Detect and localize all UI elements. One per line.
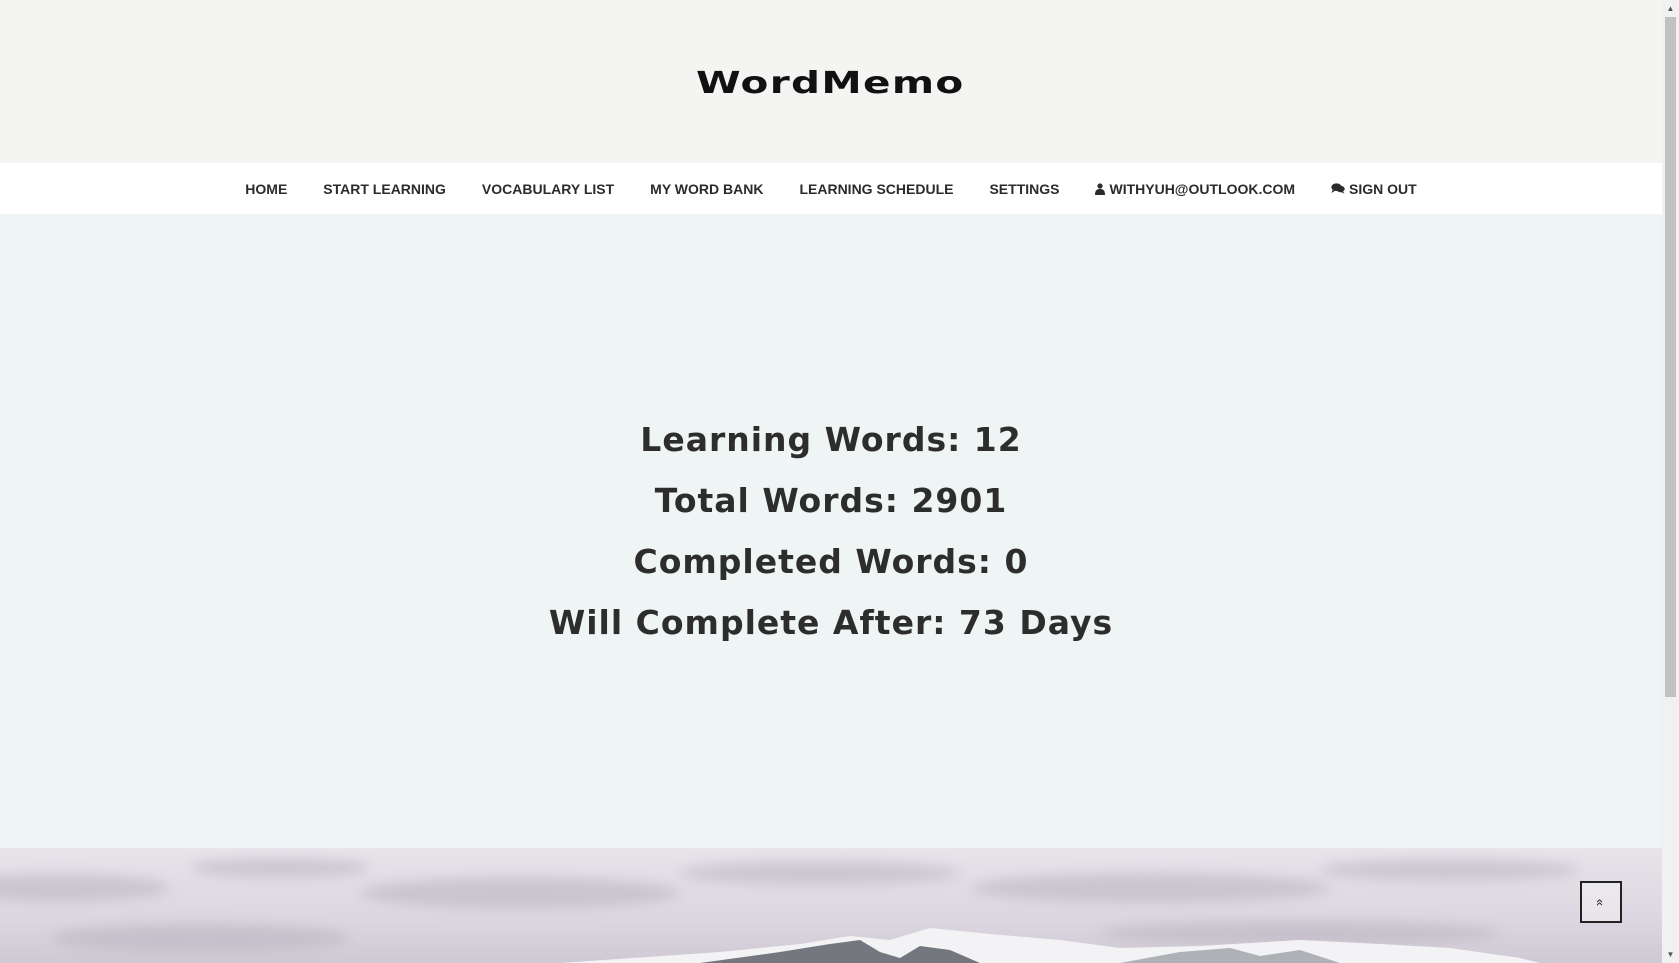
nav-sign-out-label: SIGN OUT [1349, 180, 1417, 197]
total-words-stat: Total Words: 2901 [654, 481, 1008, 520]
nav-vocabulary-list[interactable]: VOCABULARY LIST [482, 181, 614, 197]
scroll-up-arrow-icon[interactable]: ▲ [1662, 0, 1679, 17]
site-logo[interactable]: WordMemo [0, 66, 1662, 101]
user-icon [1095, 182, 1106, 195]
learning-words-stat: Learning Words: 12 [640, 420, 1022, 459]
nav-my-word-bank[interactable]: MY WORD BANK [650, 181, 763, 197]
mountain-banner-image [0, 848, 1662, 963]
double-chevron-up-icon: « [1593, 898, 1609, 906]
nav-start-learning[interactable]: START LEARNING [323, 181, 446, 197]
nav-learning-schedule[interactable]: LEARNING SCHEDULE [799, 181, 953, 197]
main-nav: HOME START LEARNING VOCABULARY LIST MY W… [0, 163, 1662, 214]
nav-account[interactable]: WITHYUH@OUTLOOK.COM [1095, 181, 1295, 197]
vertical-scrollbar[interactable]: ▲ ▼ [1662, 0, 1679, 963]
site-header: WordMemo [0, 0, 1662, 163]
scroll-to-top-button[interactable]: « [1580, 881, 1622, 923]
page: WordMemo HOME START LEARNING VOCABULARY … [0, 0, 1662, 963]
mountain-clouds-illustration [0, 858, 1580, 963]
learning-stats: Learning Words: 12 Total Words: 2901 Com… [0, 214, 1662, 848]
completion-eta-stat: Will Complete After: 73 Days [548, 603, 1114, 642]
scroll-down-arrow-icon[interactable]: ▼ [1662, 946, 1679, 963]
nav-home[interactable]: HOME [245, 181, 287, 197]
comments-icon [1331, 183, 1345, 194]
nav-sign-out[interactable]: SIGN OUT [1331, 181, 1417, 197]
scrollbar-thumb[interactable] [1665, 17, 1676, 697]
nav-account-label: WITHYUH@OUTLOOK.COM [1109, 180, 1296, 197]
nav-settings[interactable]: SETTINGS [989, 181, 1059, 197]
completed-words-stat: Completed Words: 0 [633, 542, 1029, 581]
